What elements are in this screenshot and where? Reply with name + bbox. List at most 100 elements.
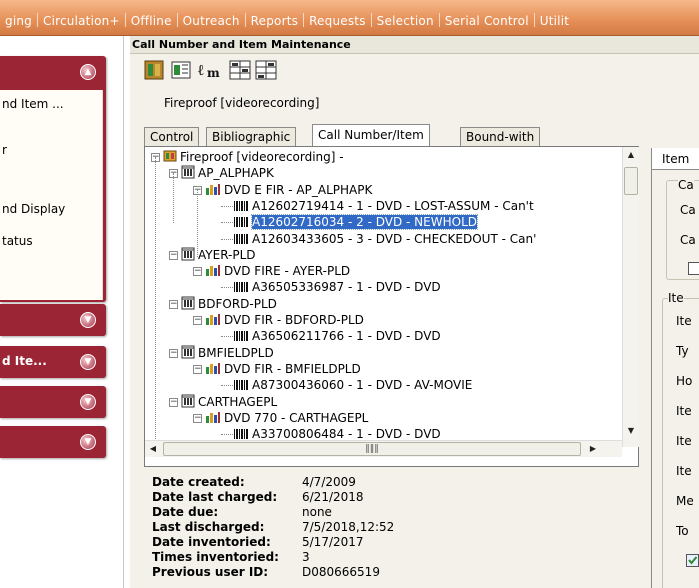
wizard-group[interactable]: ▼ bbox=[0, 426, 106, 458]
library-icon bbox=[181, 296, 195, 314]
tree-item-node[interactable]: A12603433605 - 3 - DVD - CHECKEDOUT - Ca… bbox=[233, 231, 536, 247]
scroll-thumb[interactable] bbox=[624, 167, 638, 195]
tree-item-node[interactable]: A12602716034 - 2 - DVD - NEWHOLD bbox=[233, 214, 478, 231]
scroll-thumb[interactable]: ‖‖‖ bbox=[163, 442, 581, 456]
scroll-down-icon[interactable]: ▼ bbox=[623, 423, 639, 439]
add-call-number-icon[interactable] bbox=[142, 58, 166, 82]
menu-item-serial-control[interactable]: Serial Control bbox=[440, 14, 534, 28]
tree-node-label: DVD FIR - BDFORD-PLD bbox=[224, 313, 364, 327]
signature-icon[interactable]: ℓm bbox=[196, 58, 220, 82]
call-number-checkbox[interactable] bbox=[688, 262, 699, 275]
expand-icon[interactable]: ▼ bbox=[80, 394, 96, 410]
call-number-icon bbox=[205, 410, 221, 428]
tree-node-label: A33700806484 - 1 - DVD - DVD bbox=[252, 427, 441, 442]
tab-bound-with[interactable]: Bound-with bbox=[460, 127, 541, 146]
tree-call-number-node[interactable]: DVD FIRE - AYER-PLD bbox=[205, 263, 350, 279]
tree-connector bbox=[173, 173, 174, 223]
tab-control[interactable]: Control bbox=[144, 127, 200, 146]
detail-row: Times inventoried: 3 bbox=[152, 550, 310, 564]
scroll-up-icon[interactable]: ▲ bbox=[623, 147, 639, 163]
tree-item-node[interactable]: A36506211766 - 1 - DVD - DVD bbox=[233, 328, 441, 344]
detail-row: Date inventoried: 5/17/2017 bbox=[152, 535, 364, 549]
tab-bibliographic[interactable]: Bibliographic bbox=[206, 127, 297, 146]
field-label: Ho bbox=[676, 374, 693, 388]
collapse-node-icon[interactable]: − bbox=[193, 267, 202, 277]
add-item-icon[interactable] bbox=[169, 58, 193, 82]
tree-connector bbox=[197, 189, 198, 257]
tree-horizontal-scrollbar[interactable]: ◀ ‖‖‖ ▶ bbox=[145, 440, 622, 457]
menu-item-requests[interactable]: Requests bbox=[304, 14, 371, 28]
menu-item-ging[interactable]: ging bbox=[0, 14, 37, 28]
tab-call-number-item[interactable]: Call Number/Item bbox=[312, 124, 430, 146]
tree-library-node[interactable]: CARTHAGEPL bbox=[181, 394, 277, 410]
tree-library-node[interactable]: BMFIELDPLD bbox=[181, 345, 274, 361]
tree-connector bbox=[155, 157, 156, 447]
tree-node-label: DVD FIRE - AYER-PLD bbox=[224, 264, 351, 279]
call-number-tree-panel: − Fireproof [videorecording] - − AP_ALPHAPK… bbox=[144, 146, 639, 500]
detail-row: Date due: none bbox=[152, 505, 332, 519]
wizard-group-title: d Ite... bbox=[2, 354, 47, 368]
tree-item-node[interactable]: A87300436060 - 1 - DVD - AV-MOVIE bbox=[233, 377, 472, 393]
field-label: Ite bbox=[676, 434, 692, 448]
collapse-icon[interactable]: ▲ bbox=[80, 64, 96, 80]
scroll-left-icon[interactable]: ◀ bbox=[145, 441, 161, 457]
tree-library-node[interactable]: AP_ALPHAPK bbox=[181, 165, 274, 181]
tree-node-label: A87300436060 - 1 - DVD - AV-MOVIE bbox=[252, 378, 473, 393]
tree-node-label: Fireproof [videorecording] - bbox=[180, 150, 344, 164]
scroll-right-icon[interactable]: ▶ bbox=[585, 441, 601, 457]
module-menu-bar: ging Circulation+ Offline Outreach Reports Re… bbox=[0, 0, 699, 36]
expand-icon[interactable]: ▼ bbox=[80, 354, 96, 370]
wizard-item[interactable]: nd Display bbox=[2, 202, 65, 216]
collapse-node-icon[interactable]: − bbox=[193, 413, 202, 423]
expand-icon[interactable]: ▼ bbox=[80, 434, 96, 450]
tree-item-node[interactable]: A36505336987 - 1 - DVD - DVD bbox=[233, 279, 441, 295]
collapse-node-icon[interactable]: − bbox=[193, 364, 202, 374]
call-number-icon bbox=[205, 182, 221, 200]
tree-node-label: DVD FIR - BMFIELDPLD bbox=[224, 361, 361, 376]
menu-item-utilit[interactable]: Utilit bbox=[535, 14, 574, 28]
detail-row: Previous user ID: D080666519 bbox=[152, 565, 380, 579]
tab-item[interactable]: Item bbox=[652, 148, 699, 170]
wizard-group[interactable]: ▼ bbox=[0, 386, 106, 418]
wizard-item[interactable]: tatus bbox=[2, 234, 33, 248]
tree-connector bbox=[221, 385, 233, 387]
collapse-node-icon[interactable]: − bbox=[193, 316, 202, 325]
tree-library-node[interactable]: AYER-PLD bbox=[181, 247, 256, 263]
barcode-grid-icon[interactable] bbox=[228, 58, 252, 82]
wizard-group[interactable]: ▼ bbox=[0, 304, 106, 336]
menu-item-reports[interactable]: Reports bbox=[246, 14, 303, 28]
menu-item-circulation[interactable]: Circulation+ bbox=[38, 14, 125, 28]
expand-icon[interactable]: ▼ bbox=[80, 312, 96, 328]
wizard-item[interactable]: nd Item ... bbox=[2, 97, 64, 111]
tree-node-label: A36505336987 - 1 - DVD - DVD bbox=[252, 280, 441, 295]
wizard-group[interactable]: d Ite... ▼ bbox=[0, 346, 106, 378]
tree-root-node[interactable]: Fireproof [videorecording] - bbox=[163, 149, 344, 165]
tree-item-node[interactable]: A12602719414 - 1 - DVD - LOST-ASSUM - Ca… bbox=[233, 198, 534, 214]
collapse-node-icon[interactable]: − bbox=[169, 299, 178, 309]
item-checkbox[interactable] bbox=[686, 554, 699, 567]
collapse-node-icon[interactable]: − bbox=[169, 250, 178, 260]
wizard-item[interactable]: r bbox=[2, 143, 7, 157]
item-details: Date created: 4/7/2009 Date last charged:… bbox=[144, 466, 639, 588]
module-menu: ging Circulation+ Offline Outreach Reports Re… bbox=[0, 13, 574, 28]
library-icon bbox=[181, 165, 195, 183]
tree-call-number-node[interactable]: DVD E FIR - AP_ALPHAPK bbox=[205, 182, 372, 198]
tree-call-number-node[interactable]: DVD FIR - BMFIELDPLD bbox=[205, 361, 361, 377]
wizard-group-expanded[interactable]: ▲ nd Item ... r nd Display tatus bbox=[0, 56, 106, 302]
menu-item-outreach[interactable]: Outreach bbox=[178, 14, 245, 28]
menu-separator bbox=[370, 13, 372, 27]
menu-item-offline[interactable]: Offline bbox=[126, 14, 177, 28]
field-label: Ca bbox=[680, 233, 696, 247]
item-list-icon[interactable] bbox=[254, 58, 278, 82]
call-number-tree[interactable]: − Fireproof [videorecording] - − AP_ALPHAPK… bbox=[145, 147, 622, 447]
tree-library-node[interactable]: BDFORD-PLD bbox=[181, 296, 277, 312]
field-label: Ty bbox=[676, 344, 689, 358]
maintenance-window: Call Number and Item Maintenance ℓm Fire… bbox=[130, 36, 699, 588]
tree-call-number-node[interactable]: DVD FIR - BDFORD-PLD bbox=[205, 312, 364, 328]
collapse-node-icon[interactable]: − bbox=[169, 397, 178, 407]
menu-item-selection[interactable]: Selection bbox=[372, 14, 439, 28]
field-label: Me bbox=[676, 494, 694, 508]
tree-call-number-node[interactable]: DVD 770 - CARTHAGEPL bbox=[205, 410, 368, 426]
tree-vertical-scrollbar[interactable]: ▲ ▼ bbox=[622, 147, 639, 447]
collapse-node-icon[interactable]: − bbox=[169, 348, 178, 358]
